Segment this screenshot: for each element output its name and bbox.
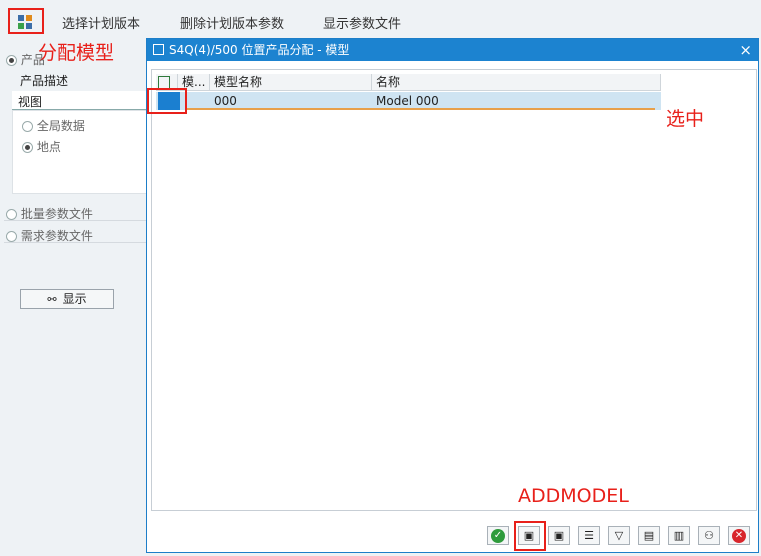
column-header-model-name[interactable]: 模型名称 — [210, 74, 372, 91]
view-label: 视图 — [18, 95, 43, 109]
annotation-addmodel: ADDMODEL — [518, 485, 629, 507]
select-plan-version-menu[interactable]: 选择计划版本 — [62, 13, 140, 32]
remove-model-button[interactable]: ▣ — [548, 526, 570, 545]
demand-param-label: 需求参数文件 — [20, 229, 93, 243]
sort-button[interactable]: ☰ — [578, 526, 600, 545]
global-data-label: 全局数据 — [36, 119, 85, 133]
filter-icon: ▽ — [614, 529, 624, 542]
annotation-selected: 选中 — [666, 108, 705, 130]
top-toolbar: 选择计划版本 删除计划版本参数 显示参数文件 — [0, 0, 761, 40]
batch-param-radio[interactable] — [6, 209, 17, 220]
product-radio-row[interactable]: 产品 — [6, 51, 45, 68]
show-button-label: 显示 — [62, 292, 87, 306]
dialog-button-bar: ✓ ▣ ▣ ☰ ▽ ▤ ▥ ⚇ ✕ — [147, 522, 758, 546]
assign-model-button[interactable] — [8, 8, 44, 34]
window-icon — [153, 44, 164, 55]
location-row[interactable]: 地点 — [22, 138, 61, 155]
global-data-row[interactable]: 全局数据 — [22, 117, 85, 134]
dialog-title: S4Q(4)/500 位置产品分配 - 模型 — [169, 43, 350, 57]
layout-button[interactable]: ▤ — [638, 526, 660, 545]
delete-plan-version-params-menu[interactable]: 删除计划版本参数 — [180, 13, 284, 32]
glasses-icon: ⚯ — [47, 293, 57, 306]
cancel-button[interactable]: ✕ — [728, 526, 750, 545]
product-radio-label: 产品 — [20, 53, 45, 67]
details-button[interactable]: ▥ — [668, 526, 690, 545]
show-param-file-menu[interactable]: 显示参数文件 — [323, 13, 401, 32]
batch-param-label: 批量参数文件 — [20, 207, 93, 221]
selection-highlight — [147, 88, 187, 114]
location-label: 地点 — [36, 140, 61, 154]
model-table: 模... 模型名称 名称 000 Model 000 — [151, 69, 757, 511]
global-data-radio[interactable] — [22, 121, 33, 132]
close-icon[interactable]: × — [739, 39, 752, 61]
dialog-title-bar: S4Q(4)/500 位置产品分配 - 模型 × — [147, 39, 758, 61]
product-desc-label: 产品描述 — [20, 74, 69, 88]
filter-button[interactable]: ▽ — [608, 526, 630, 545]
view-field[interactable]: 视图 — [12, 91, 152, 110]
selection-underline — [187, 108, 655, 110]
show-button[interactable]: ⚯ 显示 — [20, 289, 114, 309]
sort-icon: ☰ — [584, 529, 594, 542]
find-button[interactable]: ⚇ — [698, 526, 720, 545]
assign-model-icon — [18, 15, 24, 21]
binoculars-icon: ⚇ — [704, 529, 714, 542]
confirm-button[interactable]: ✓ — [487, 526, 509, 545]
add-model-highlight — [514, 521, 546, 551]
cancel-icon: ✕ — [732, 528, 746, 543]
details-icon: ▥ — [673, 529, 685, 542]
product-radio[interactable] — [6, 55, 17, 66]
layout-icon: ▤ — [643, 529, 655, 542]
column-header-name[interactable]: 名称 — [372, 74, 661, 91]
location-radio[interactable] — [22, 142, 33, 153]
remove-model-icon: ▣ — [553, 529, 565, 542]
left-panel: 产品 产品描述 视图 全局数据 地点 批量参数文件 需求参数文件 ⚯ 显示 — [0, 40, 154, 556]
check-icon: ✓ — [491, 528, 505, 543]
demand-param-radio[interactable] — [6, 231, 17, 242]
